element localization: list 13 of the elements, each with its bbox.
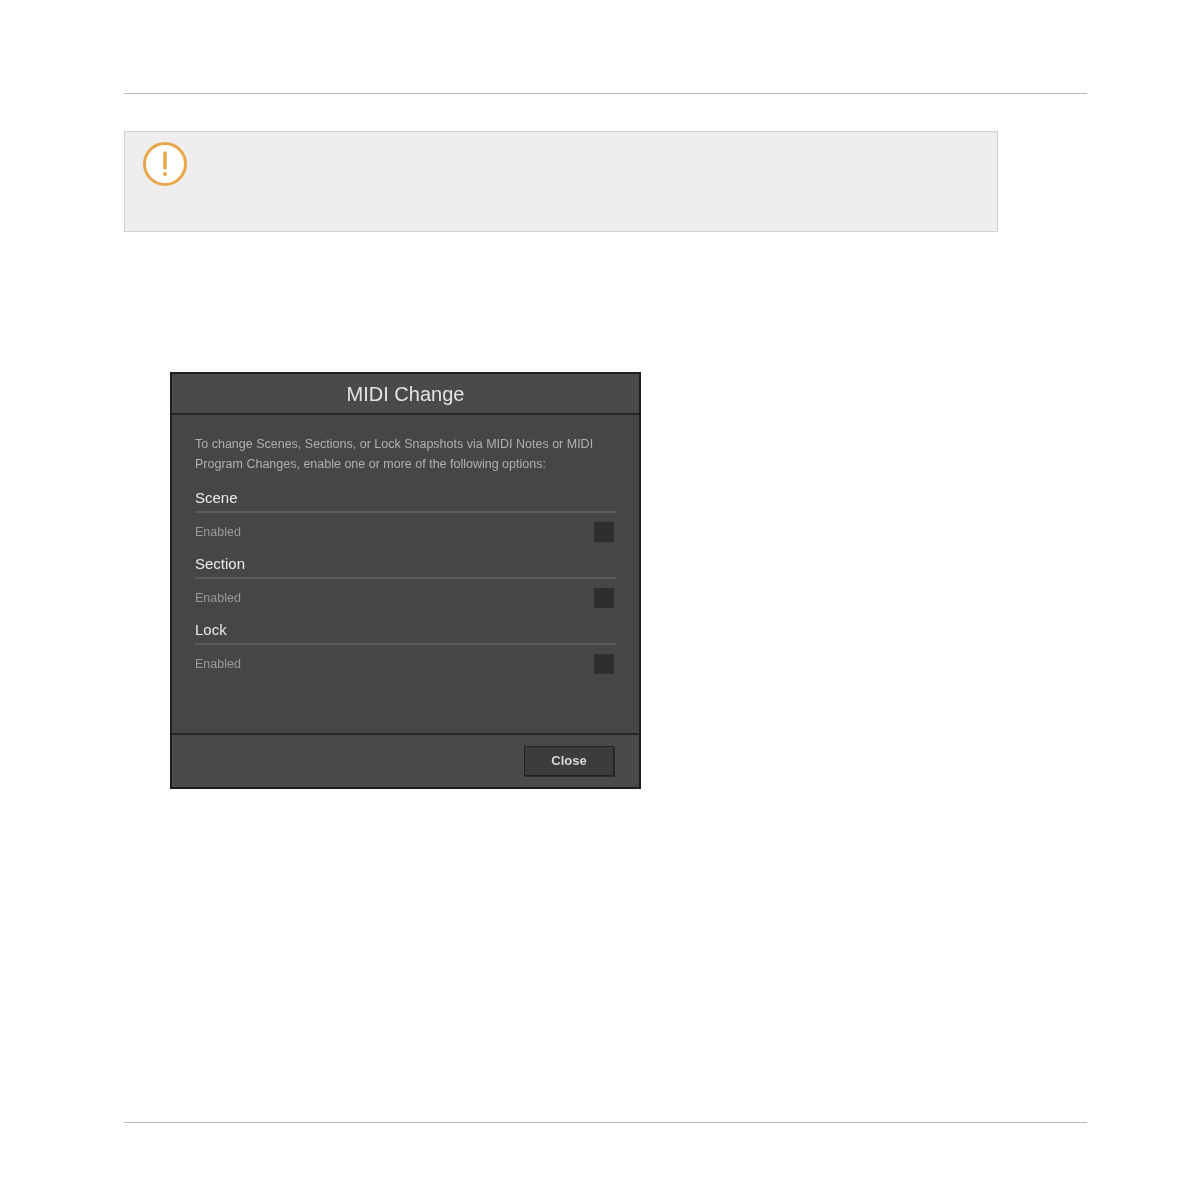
section-heading: Section — [195, 555, 246, 572]
dialog-title: MIDI Change — [346, 381, 465, 407]
checkbox[interactable] — [594, 588, 614, 608]
close-button[interactable]: Close — [524, 746, 614, 776]
warning-icon — [142, 141, 188, 187]
option-label: Enabled — [195, 655, 241, 673]
description-text: To change Scenes, Sections, or Lock Snapshots via MIDI Notes or MIDI Program Changes, enable one or more of the following options: — [195, 436, 595, 473]
section-heading: Scene — [195, 489, 238, 506]
option-label: Enabled — [195, 589, 241, 607]
section-heading: Lock — [195, 621, 227, 638]
checkbox[interactable] — [594, 654, 614, 674]
checkbox[interactable] — [594, 522, 614, 542]
option-label: Enabled — [195, 523, 241, 541]
